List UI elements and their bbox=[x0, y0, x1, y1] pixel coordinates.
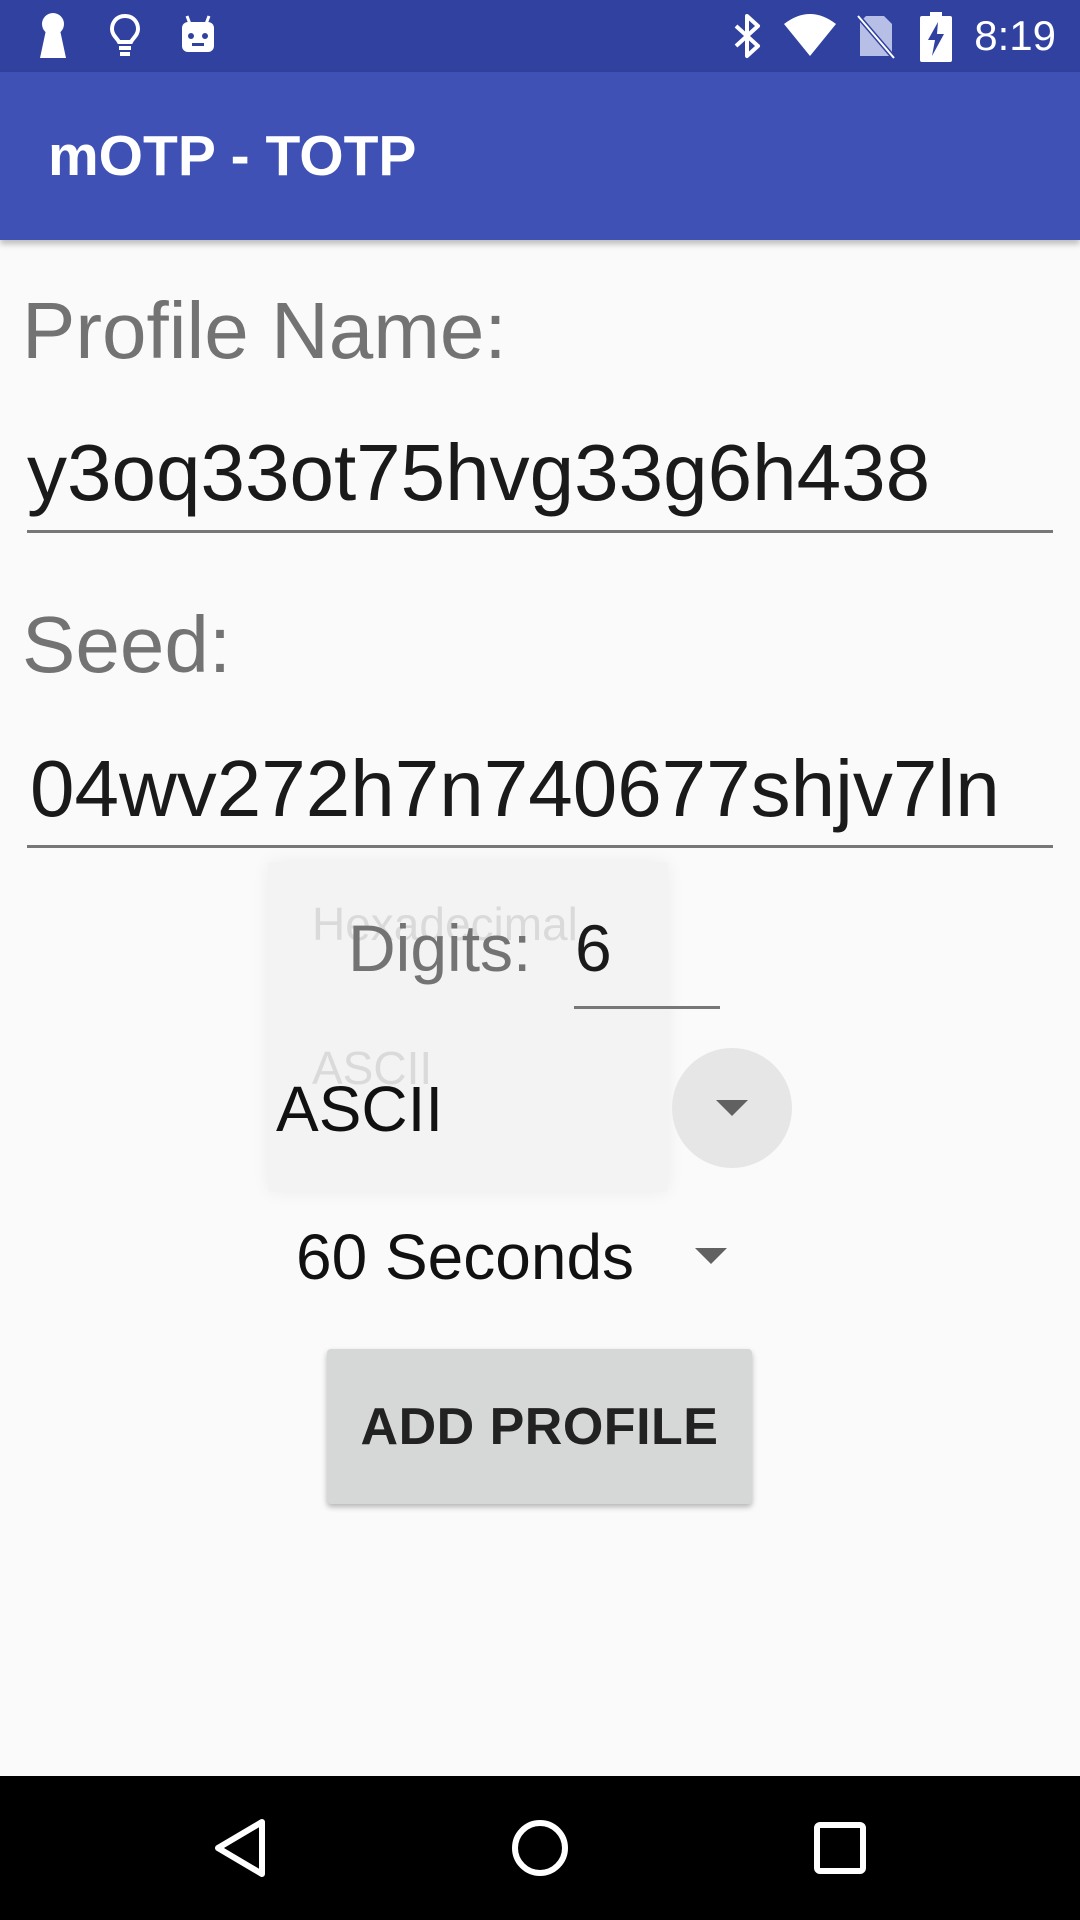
recents-icon bbox=[814, 1822, 866, 1874]
status-time: 8:19 bbox=[974, 12, 1056, 59]
wifi-icon bbox=[782, 12, 838, 64]
android-icon bbox=[178, 12, 218, 64]
app-title: mOTP - TOTP bbox=[48, 124, 417, 188]
home-icon bbox=[512, 1820, 568, 1876]
profile-name-input[interactable]: y3oq33ot75hvg33g6h438 bbox=[27, 428, 930, 518]
encoding-dropdown-button[interactable] bbox=[672, 1048, 792, 1168]
add-profile-button[interactable]: ADD PROFILE bbox=[327, 1349, 752, 1504]
profile-name-underline bbox=[27, 530, 1053, 533]
navigation-bar bbox=[0, 1776, 1080, 1920]
screen: 8:19 mOTP - TOTP Profile Name: y3oq33ot7… bbox=[0, 0, 1080, 1920]
back-button[interactable] bbox=[150, 1776, 330, 1920]
recents-button[interactable] bbox=[750, 1776, 930, 1920]
back-icon bbox=[215, 1819, 265, 1877]
digits-label: Digits: bbox=[348, 911, 532, 985]
app-bar: mOTP - TOTP bbox=[0, 72, 1080, 240]
lightbulb-icon bbox=[108, 12, 142, 64]
seed-label: Seed: bbox=[22, 600, 232, 689]
digits-underline bbox=[574, 1006, 720, 1009]
status-bar: 8:19 bbox=[0, 0, 1080, 72]
battery-charging-icon bbox=[920, 12, 952, 66]
encoding-spinner[interactable]: ASCII bbox=[276, 1072, 443, 1146]
period-spinner[interactable]: 60 Seconds bbox=[296, 1220, 634, 1294]
home-button[interactable] bbox=[450, 1776, 630, 1920]
chevron-down-icon bbox=[716, 1100, 748, 1116]
digits-input[interactable]: 6 bbox=[575, 910, 612, 986]
profile-name-label: Profile Name: bbox=[22, 286, 507, 375]
seed-input[interactable]: 04wv272h7n740677shjv7ln bbox=[30, 744, 1000, 834]
keyhole-icon bbox=[36, 12, 70, 64]
bluetooth-icon bbox=[730, 12, 764, 64]
no-sim-icon bbox=[856, 12, 896, 64]
chevron-down-icon[interactable] bbox=[695, 1248, 727, 1264]
seed-underline bbox=[27, 845, 1053, 848]
